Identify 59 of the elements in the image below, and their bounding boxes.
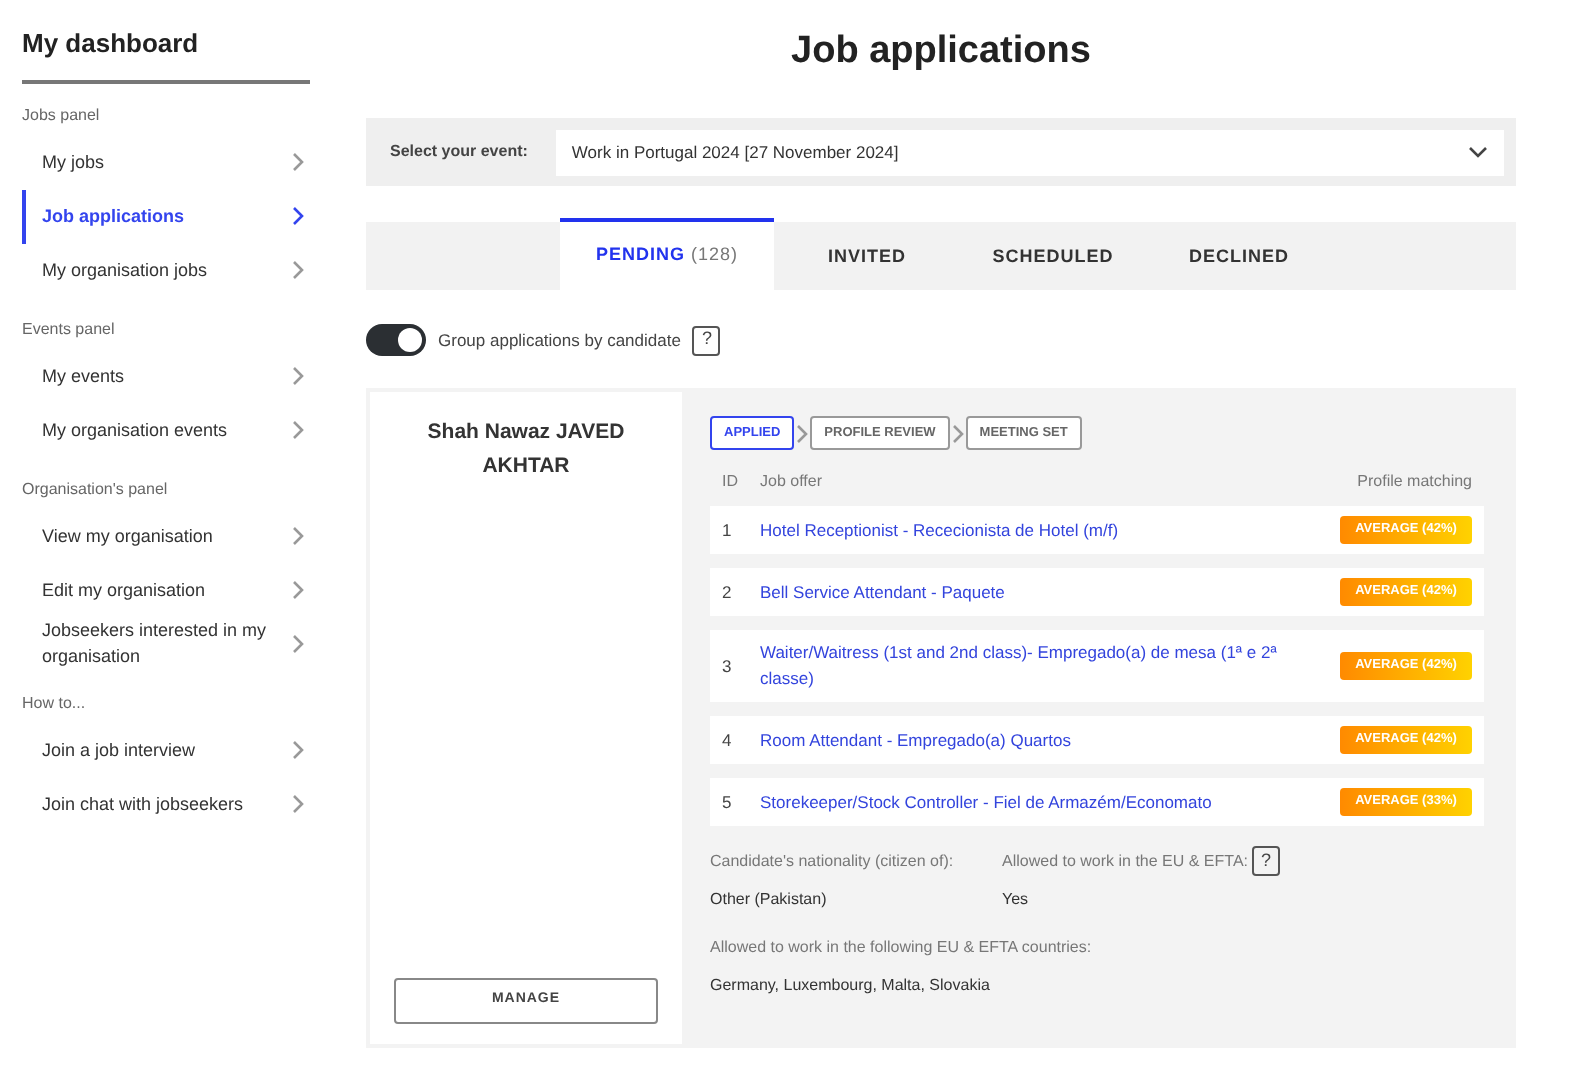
job-offer-link[interactable]: Bell Service Attendant - Paquete <box>760 579 1340 605</box>
section-heading: How to... <box>22 691 88 715</box>
job-offer-link[interactable]: Waiter/Waitress (1st and 2nd class)- Empregado(a) de mesa (1ª e 2ª classe) <box>760 640 1340 692</box>
candidate-name: Shah Nawaz JAVED AKHTAR <box>425 418 627 482</box>
eu-permission-label: Allowed to work in the EU & EFTA: <box>1002 849 1249 873</box>
toggle-label: Group applications by candidate <box>438 327 681 353</box>
sidebar-item[interactable]: My jobs <box>22 135 310 189</box>
countries-value: Germany, Luxembourg, Malta, Slovakia <box>710 974 992 998</box>
chevron-right-icon <box>292 526 304 546</box>
nationality-value: Other (Pakistan) <box>710 888 829 912</box>
job-offer-link[interactable]: Hotel Receptionist - Rececionista de Hotel (m/f) <box>760 517 1340 543</box>
status-tab[interactable]: DECLINED <box>1146 222 1332 290</box>
help-button[interactable]: ? <box>692 325 721 355</box>
sidebar-item[interactable]: My organisation jobs <box>22 243 310 297</box>
eu-permission-value: Yes <box>1002 888 1031 912</box>
sidebar-item[interactable]: View my organisation <box>22 509 310 563</box>
column-header: ID <box>722 470 740 494</box>
event-dropdown[interactable]: Work in Portugal 2024 [27 November 2024] <box>555 129 1504 175</box>
row-id: 3 <box>722 653 734 679</box>
job-offer-link[interactable]: Storekeeper/Stock Controller - Fiel de Armazém/Economato <box>760 789 1340 815</box>
chevron-right-icon <box>292 634 304 654</box>
group-toggle[interactable] <box>366 324 426 356</box>
event-select-label: Select your event: <box>388 140 530 164</box>
help-button[interactable]: ? <box>1252 846 1281 876</box>
nationality-label: Candidate's nationality (citizen of): <box>710 849 956 874</box>
chevron-right-icon <box>292 152 304 172</box>
status-tab[interactable]: PENDING (128) <box>560 218 774 290</box>
sidebar-title: My dashboard <box>22 24 310 83</box>
section-heading: Events panel <box>22 317 117 341</box>
chevron-right-icon <box>292 206 304 226</box>
row-id: 5 <box>722 789 734 815</box>
status-tab[interactable]: INVITED <box>774 222 960 290</box>
sidebar-item[interactable]: Job applications <box>22 189 310 243</box>
chevron-right-icon <box>292 580 304 600</box>
chevron-right-icon <box>292 260 304 280</box>
chevron-right-icon <box>292 794 304 814</box>
chevron-right-icon <box>292 366 304 386</box>
section-heading: Organisation's panel <box>22 477 170 501</box>
sidebar-item[interactable]: Join a job interview <box>22 723 310 777</box>
countries-label: Allowed to work in the following EU & EFTA countries: <box>710 936 1094 960</box>
chevron-down-icon <box>1468 146 1488 158</box>
job-offer-link[interactable]: Room Attendant - Empregado(a) Quartos <box>760 727 1340 753</box>
page-title: Job applications <box>791 28 1091 77</box>
sidebar-item[interactable]: My events <box>22 349 310 403</box>
column-header: Profile matching <box>1357 470 1472 494</box>
section-heading: Jobs panel <box>22 103 102 127</box>
chevron-right-icon <box>796 423 809 443</box>
status-tab[interactable]: SCHEDULED <box>960 222 1146 290</box>
column-header: Job offer <box>760 470 824 494</box>
chevron-right-icon <box>292 420 304 440</box>
sidebar-item[interactable]: My organisation events <box>22 403 310 457</box>
row-id: 1 <box>722 517 734 543</box>
sidebar-item[interactable]: Join chat with jobseekers <box>22 777 310 831</box>
sidebar-item[interactable]: Edit my organisation <box>22 563 310 617</box>
row-id: 2 <box>722 579 734 605</box>
chevron-right-icon <box>292 740 304 760</box>
row-id: 4 <box>722 727 734 753</box>
sidebar-item[interactable]: Jobseekers interested in my organisation <box>22 617 310 671</box>
chevron-right-icon <box>951 423 964 443</box>
